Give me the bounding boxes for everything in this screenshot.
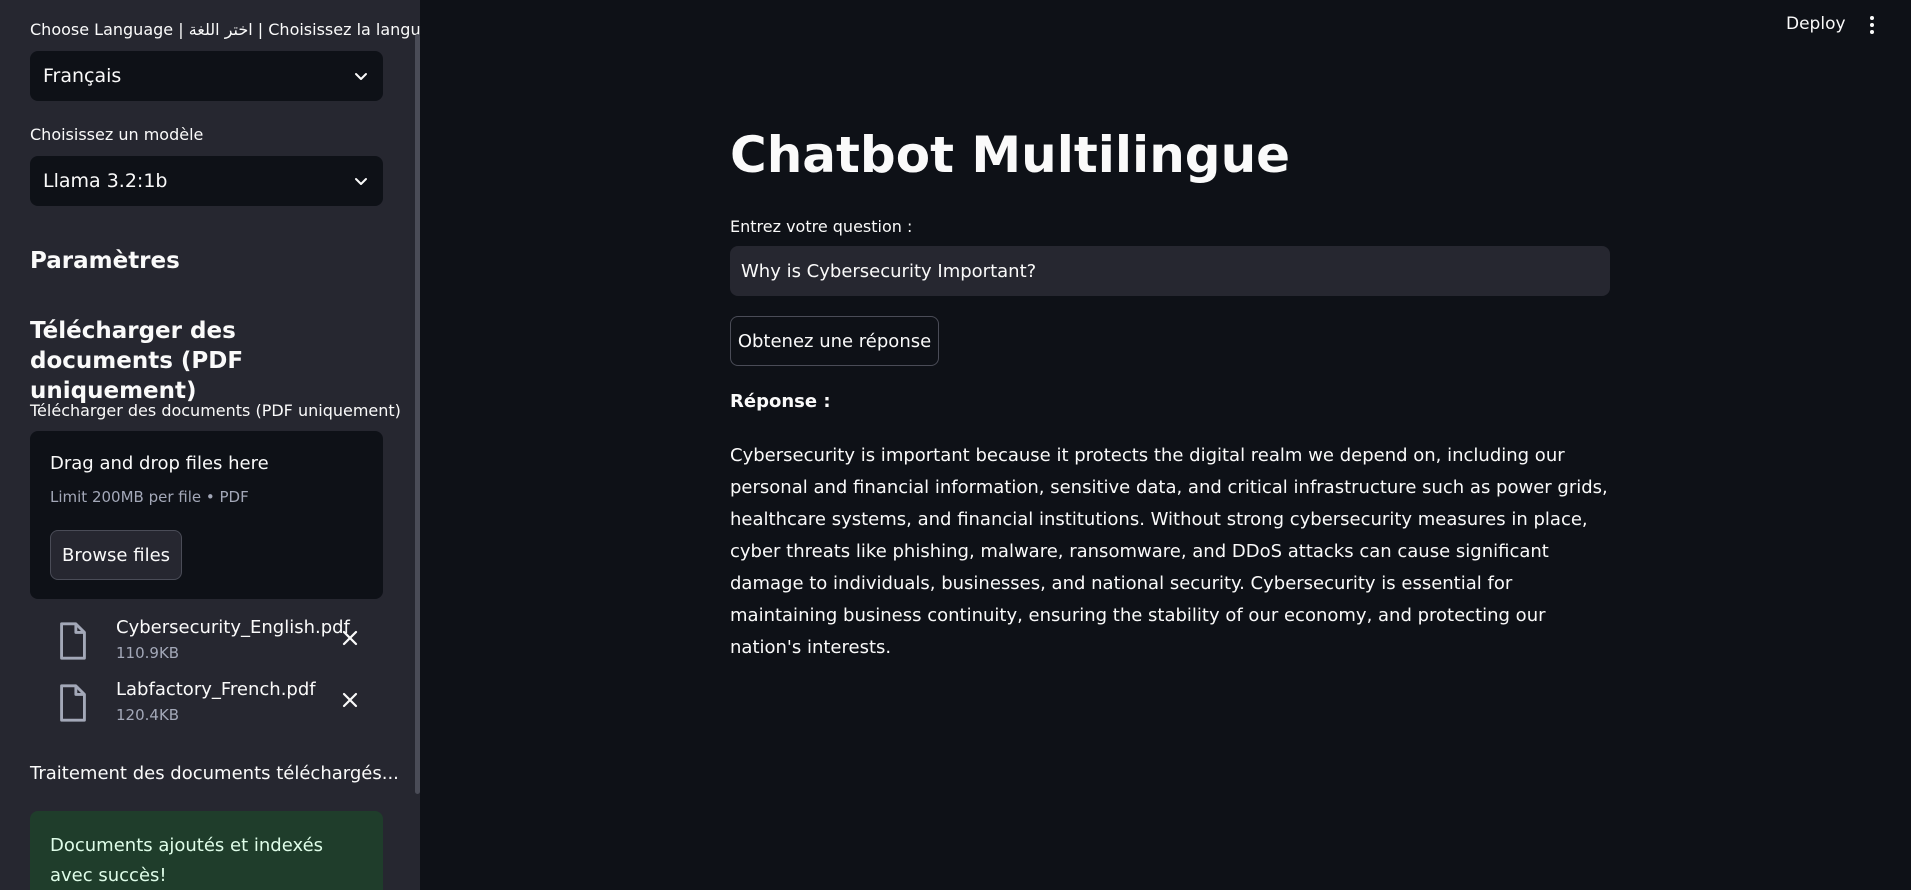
uploaded-file-item: Labfactory_French.pdf 120.4KB (55, 679, 375, 731)
model-select[interactable]: Llama 3.2:1b (30, 156, 383, 206)
language-select[interactable]: Français (30, 51, 383, 101)
sidebar-scrollbar[interactable] (415, 34, 420, 794)
language-select-value: Français (43, 65, 122, 87)
close-icon[interactable] (339, 689, 361, 711)
question-input[interactable] (730, 246, 1610, 296)
model-label: Choisissez un modèle (30, 125, 204, 144)
response-text: Cybersecurity is important because it pr… (730, 445, 1608, 658)
file-size: 110.9KB (116, 644, 180, 662)
chevron-down-icon (355, 178, 367, 185)
response-label: Réponse : (730, 391, 831, 412)
params-heading: Paramètres (30, 248, 180, 274)
browse-files-button[interactable]: Browse files (50, 530, 182, 580)
language-label: Choose Language | اختر اللغة | Choisisse… (30, 20, 420, 39)
success-alert: Documents ajoutés et indexés avec succès… (30, 811, 383, 890)
get-answer-button[interactable]: Obtenez une réponse (730, 316, 939, 366)
file-name: Labfactory_French.pdf (116, 679, 316, 700)
upload-label: Télécharger des documents (PDF uniquemen… (30, 401, 401, 420)
file-icon (60, 622, 86, 660)
model-select-value: Llama 3.2:1b (43, 170, 168, 192)
file-dropzone[interactable]: Drag and drop files here Limit 200MB per… (30, 431, 383, 599)
file-size: 120.4KB (116, 706, 180, 724)
kebab-menu-icon[interactable] (1864, 14, 1880, 36)
close-icon[interactable] (339, 627, 361, 649)
sidebar: Choose Language | اختر اللغة | Choisisse… (0, 0, 420, 890)
file-icon (60, 684, 86, 722)
page-title: Chatbot Multilingue (730, 126, 1291, 184)
chevron-down-icon (355, 73, 367, 80)
app: Choose Language | اختر اللغة | Choisisse… (0, 0, 1911, 890)
uploaded-file-item: Cybersecurity_English.pdf 110.9KB (55, 617, 375, 669)
processing-status: Traitement des documents téléchargés... (30, 763, 399, 784)
dropzone-title: Drag and drop files here (50, 453, 269, 474)
question-label: Entrez votre question : (730, 217, 913, 236)
file-name: Cybersecurity_English.pdf (116, 617, 350, 638)
upload-heading: Télécharger des documents (PDF uniquemen… (30, 318, 244, 404)
deploy-button[interactable]: Deploy (1786, 14, 1846, 34)
dropzone-limit: Limit 200MB per file • PDF (50, 488, 249, 506)
